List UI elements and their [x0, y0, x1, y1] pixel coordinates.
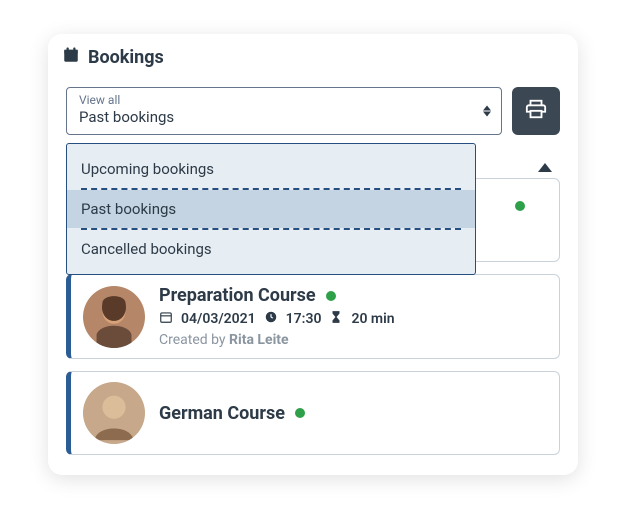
filter-label: View all [79, 94, 465, 106]
calendar-icon [159, 310, 173, 328]
booking-title: Preparation Course [159, 285, 316, 306]
panel-content: View all Past bookings Upcoming bookings… [48, 79, 578, 455]
filter-select-wrap: View all Past bookings Upcoming bookings… [66, 87, 502, 135]
filter-value: Past bookings [79, 108, 465, 126]
booking-date: 04/03/2021 [181, 311, 256, 327]
booking-body: German Course [159, 403, 547, 424]
booking-card[interactable]: German Course [66, 371, 560, 455]
filter-option-cancelled[interactable]: Cancelled bookings [67, 230, 475, 268]
avatar [83, 286, 145, 348]
print-button[interactable] [512, 87, 560, 135]
tab-title: Bookings [88, 47, 164, 68]
filter-option-past[interactable]: Past bookings [67, 190, 475, 228]
booking-title: German Course [159, 403, 285, 424]
tab-bookings[interactable]: Bookings [48, 34, 182, 79]
filter-option-upcoming[interactable]: Upcoming bookings [67, 150, 475, 188]
calendar-icon [62, 46, 80, 69]
bookings-panel: Bookings View all Past bookings Upcoming… [48, 34, 578, 475]
booking-meta: 04/03/2021 17:30 20 min [159, 310, 547, 328]
sort-arrows-icon [483, 106, 491, 117]
printer-icon [525, 98, 547, 124]
avatar [83, 382, 145, 444]
filter-dropdown: Upcoming bookings Past bookings Cancelle… [66, 143, 476, 275]
status-dot [326, 291, 336, 301]
hourglass-icon [329, 310, 343, 328]
status-dot [295, 408, 305, 418]
clock-icon [264, 310, 278, 328]
booking-author: Rita Leite [229, 332, 289, 348]
booking-created: Created by Rita Leite [159, 332, 547, 348]
booking-card[interactable]: Preparation Course 04/03/2021 17:30 20 m… [66, 274, 560, 359]
filter-row: View all Past bookings Upcoming bookings… [66, 87, 560, 135]
booking-duration: 20 min [351, 311, 394, 327]
filter-select[interactable]: View all Past bookings [66, 87, 502, 135]
status-dot [515, 201, 525, 211]
booking-time: 17:30 [286, 311, 322, 327]
chevron-up-icon[interactable] [538, 163, 552, 172]
booking-body: Preparation Course 04/03/2021 17:30 20 m… [159, 285, 547, 348]
